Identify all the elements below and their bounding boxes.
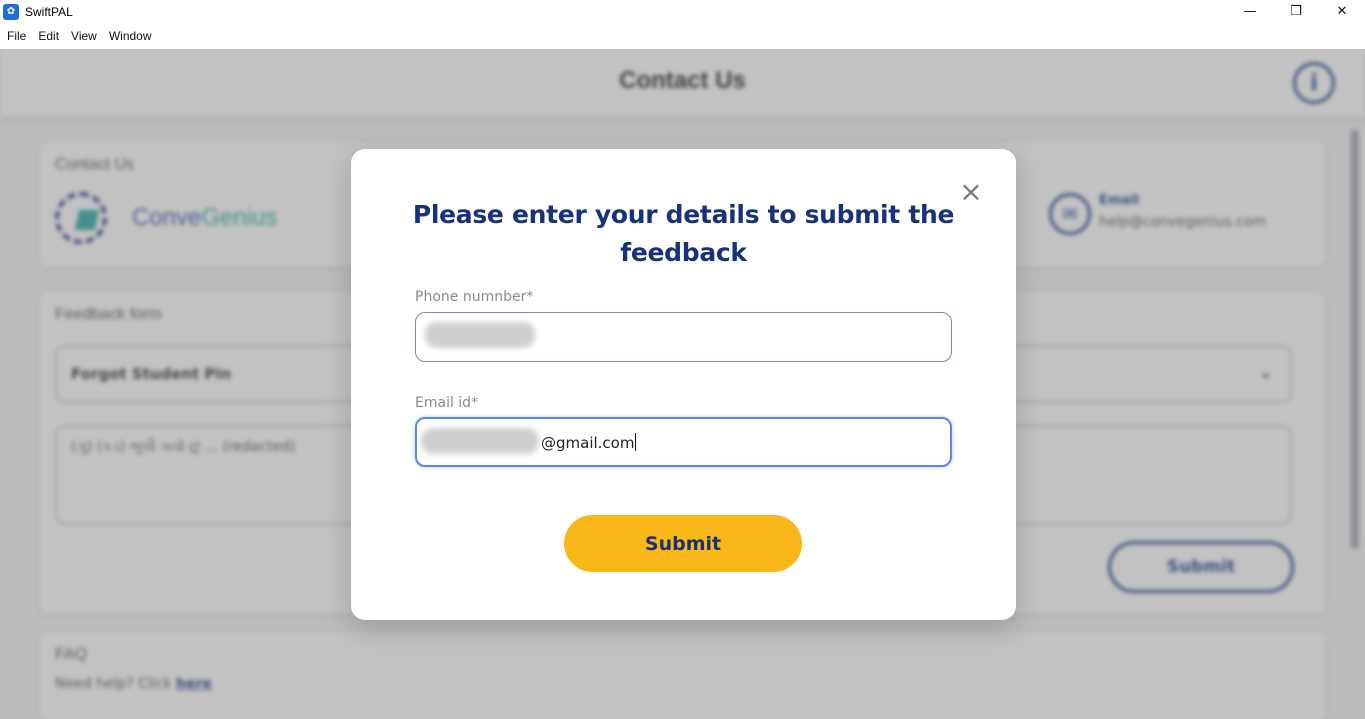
- email-domain-text: @gmail.com: [541, 434, 635, 452]
- window-title: SwiftPAL: [25, 4, 73, 19]
- app-icon: ✿: [3, 3, 19, 20]
- menu-file[interactable]: File: [7, 29, 26, 43]
- menu-window[interactable]: Window: [109, 29, 152, 43]
- window-titlebar: ✿ SwiftPAL — ❐ ✕: [0, 0, 1365, 23]
- menu-edit[interactable]: Edit: [38, 29, 59, 43]
- submit-button[interactable]: Submit: [564, 515, 802, 572]
- email-field-value: @gmail.com: [541, 433, 637, 452]
- maximize-button[interactable]: ❐: [1273, 0, 1319, 23]
- feedback-details-modal: × Please enter your details to submit th…: [351, 149, 1016, 620]
- phone-field[interactable]: [415, 312, 952, 362]
- menu-view[interactable]: View: [71, 29, 97, 43]
- email-label: Email id*: [415, 395, 479, 411]
- text-caret: [635, 433, 637, 451]
- minimize-button[interactable]: —: [1227, 0, 1273, 23]
- menubar: File Edit View Window: [0, 23, 1365, 49]
- phone-label: Phone numnber*: [415, 289, 534, 305]
- modal-title: Please enter your details to submit the …: [412, 200, 955, 267]
- window-controls: — ❐ ✕: [1227, 0, 1365, 23]
- email-field[interactable]: @gmail.com: [415, 417, 952, 467]
- redacted-email-prefix: [421, 428, 539, 454]
- close-window-button[interactable]: ✕: [1319, 0, 1365, 23]
- redacted-phone-value: [425, 322, 535, 348]
